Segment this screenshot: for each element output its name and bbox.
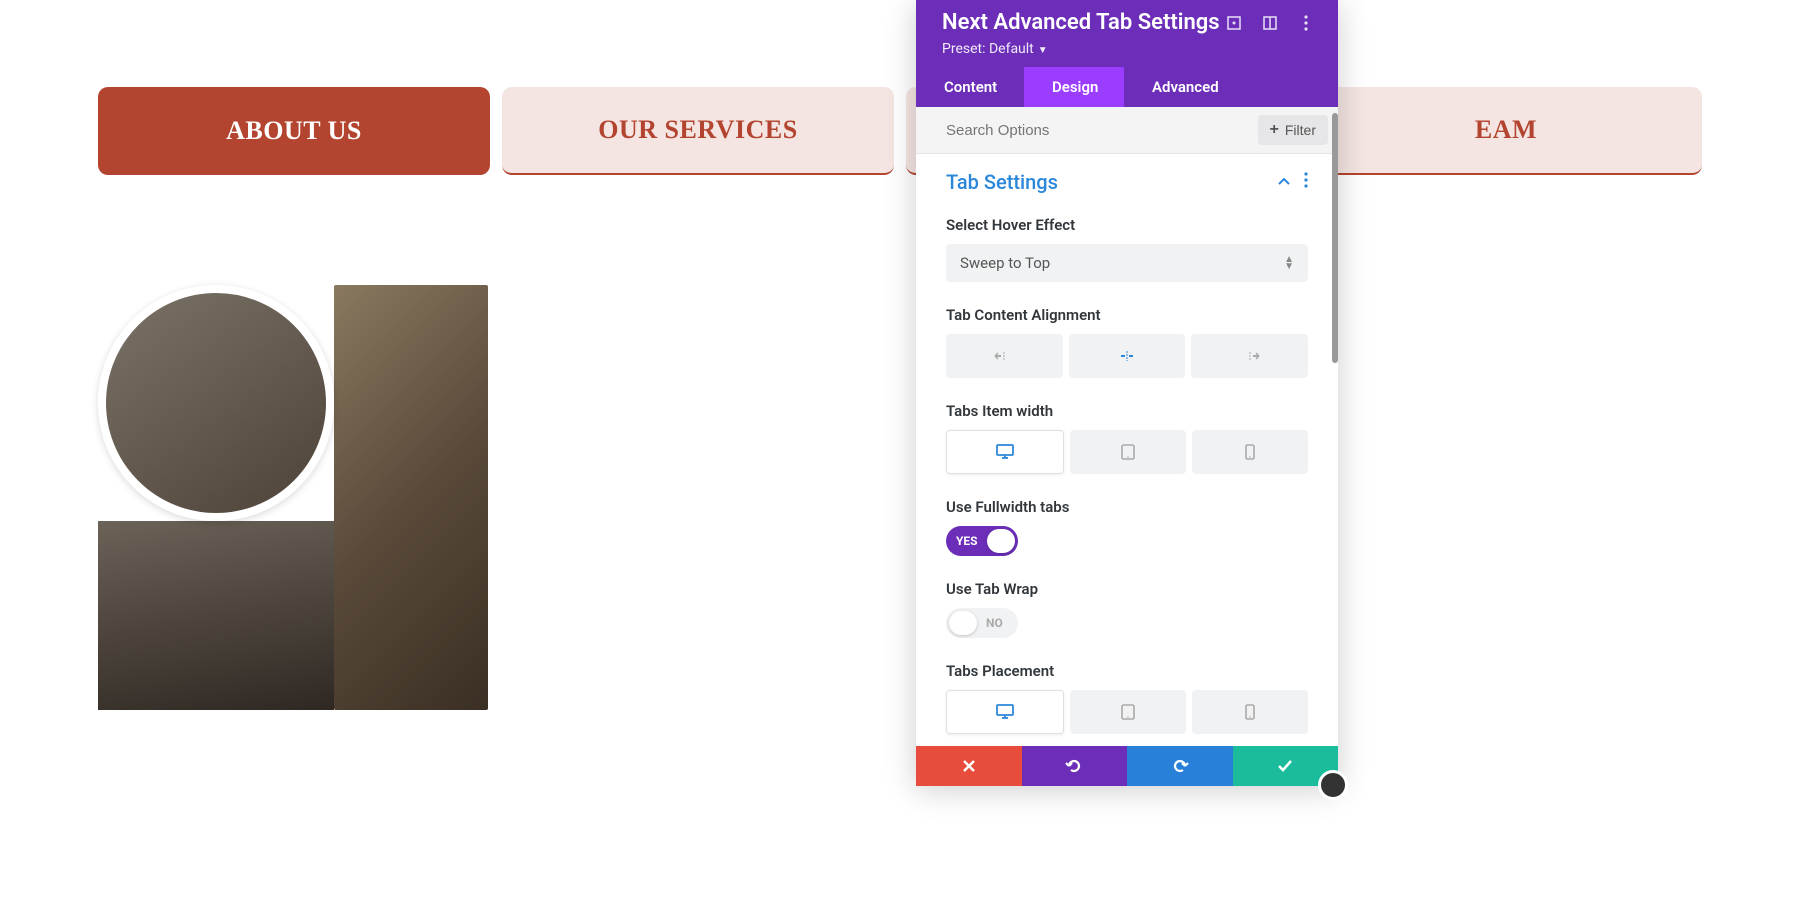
panel-tab-design[interactable]: Design bbox=[1024, 67, 1124, 107]
image-circle bbox=[98, 285, 334, 521]
search-input[interactable] bbox=[946, 122, 1258, 139]
columns-icon[interactable] bbox=[1262, 15, 1278, 31]
notification-badge[interactable] bbox=[1318, 770, 1348, 800]
toggle-yes-text: YES bbox=[956, 534, 978, 548]
close-icon bbox=[962, 759, 976, 773]
filter-button[interactable]: + Filter bbox=[1258, 115, 1328, 145]
select-caret-icon: ▲▼ bbox=[1284, 256, 1294, 270]
redo-button[interactable] bbox=[1127, 746, 1233, 786]
device-desktop-button[interactable] bbox=[946, 430, 1064, 474]
align-center-button[interactable] bbox=[1069, 334, 1186, 378]
header-actions bbox=[1226, 15, 1314, 31]
tab-team-partial[interactable]: EAM bbox=[1310, 87, 1702, 175]
expand-icon[interactable] bbox=[1226, 15, 1242, 31]
toggle-knob bbox=[987, 529, 1015, 553]
align-left-button[interactable] bbox=[946, 334, 1063, 378]
alignment-buttons bbox=[946, 334, 1308, 378]
panel-header: Next Advanced Tab Settings Preset: Defau… bbox=[916, 0, 1338, 67]
caret-down-icon: ▼ bbox=[1038, 45, 1048, 56]
section-actions bbox=[1278, 172, 1308, 192]
field-tabs-placement: Tabs Placement bbox=[946, 662, 1308, 734]
hover-effect-select[interactable]: Sweep to Top ▲▼ bbox=[946, 244, 1308, 282]
tabs-placement-label: Tabs Placement bbox=[946, 662, 1308, 680]
undo-button[interactable] bbox=[1022, 746, 1128, 786]
panel-footer bbox=[916, 746, 1338, 786]
device-phone-button[interactable] bbox=[1192, 430, 1308, 474]
section-title: Tab Settings bbox=[946, 170, 1058, 194]
tab-wrap-toggle[interactable]: NO bbox=[946, 608, 1018, 638]
align-right-button[interactable] bbox=[1191, 334, 1308, 378]
image-main bbox=[334, 285, 488, 710]
undo-icon bbox=[1065, 758, 1083, 774]
field-content-alignment: Tab Content Alignment bbox=[946, 306, 1308, 378]
panel-tab-content[interactable]: Content bbox=[916, 67, 1024, 107]
placement-desktop-button[interactable] bbox=[946, 690, 1064, 734]
nav-tabs: ABOUT US OUR SERVICES TRUSTED US EAM bbox=[98, 87, 1702, 175]
scrollbar[interactable] bbox=[1332, 113, 1338, 363]
item-width-label: Tabs Item width bbox=[946, 402, 1308, 420]
plus-icon: + bbox=[1270, 122, 1279, 138]
preset-label: Preset: Default bbox=[942, 41, 1034, 57]
placement-phone-button[interactable] bbox=[1192, 690, 1308, 734]
panel-tab-advanced[interactable]: Advanced bbox=[1124, 67, 1244, 107]
search-filter-row: + Filter bbox=[916, 107, 1338, 154]
field-item-width: Tabs Item width bbox=[946, 402, 1308, 474]
check-icon bbox=[1277, 759, 1293, 773]
tab-our-services[interactable]: OUR SERVICES bbox=[502, 87, 894, 175]
chevron-up-icon[interactable] bbox=[1278, 174, 1290, 190]
device-width-buttons bbox=[946, 430, 1308, 474]
panel-body: Tab Settings Select Hover Effect Sweep t… bbox=[916, 154, 1338, 785]
menu-dots-icon[interactable] bbox=[1298, 15, 1314, 31]
filter-label: Filter bbox=[1285, 122, 1316, 138]
image-lower bbox=[98, 521, 334, 710]
field-fullwidth: Use Fullwidth tabs YES bbox=[946, 498, 1308, 556]
content-image bbox=[98, 285, 488, 710]
fullwidth-label: Use Fullwidth tabs bbox=[946, 498, 1308, 516]
field-tab-wrap: Use Tab Wrap NO bbox=[946, 580, 1308, 638]
toggle-knob bbox=[949, 611, 977, 635]
placement-tablet-button[interactable] bbox=[1070, 690, 1186, 734]
fullwidth-toggle[interactable]: YES bbox=[946, 526, 1018, 556]
page-preview: ABOUT US OUR SERVICES TRUSTED US EAM bbox=[0, 0, 1800, 914]
tab-content bbox=[98, 285, 1702, 710]
device-placement-buttons bbox=[946, 690, 1308, 734]
field-hover-effect: Select Hover Effect Sweep to Top ▲▼ bbox=[946, 216, 1308, 282]
section-menu-icon[interactable] bbox=[1304, 172, 1308, 192]
close-button[interactable] bbox=[916, 746, 1022, 786]
hover-effect-label: Select Hover Effect bbox=[946, 216, 1308, 234]
tab-wrap-label: Use Tab Wrap bbox=[946, 580, 1308, 598]
section-header[interactable]: Tab Settings bbox=[946, 170, 1308, 194]
redo-icon bbox=[1171, 758, 1189, 774]
preset-selector[interactable]: Preset: Default ▼ bbox=[942, 41, 1314, 57]
content-align-label: Tab Content Alignment bbox=[946, 306, 1308, 324]
tab-about-us[interactable]: ABOUT US bbox=[98, 87, 490, 175]
panel-tab-nav: Content Design Advanced bbox=[916, 67, 1338, 107]
settings-panel: Next Advanced Tab Settings Preset: Defau… bbox=[916, 0, 1338, 785]
toggle-no-text: NO bbox=[986, 616, 1003, 630]
panel-title: Next Advanced Tab Settings bbox=[942, 10, 1220, 35]
hover-effect-value: Sweep to Top bbox=[960, 254, 1050, 272]
device-tablet-button[interactable] bbox=[1070, 430, 1186, 474]
